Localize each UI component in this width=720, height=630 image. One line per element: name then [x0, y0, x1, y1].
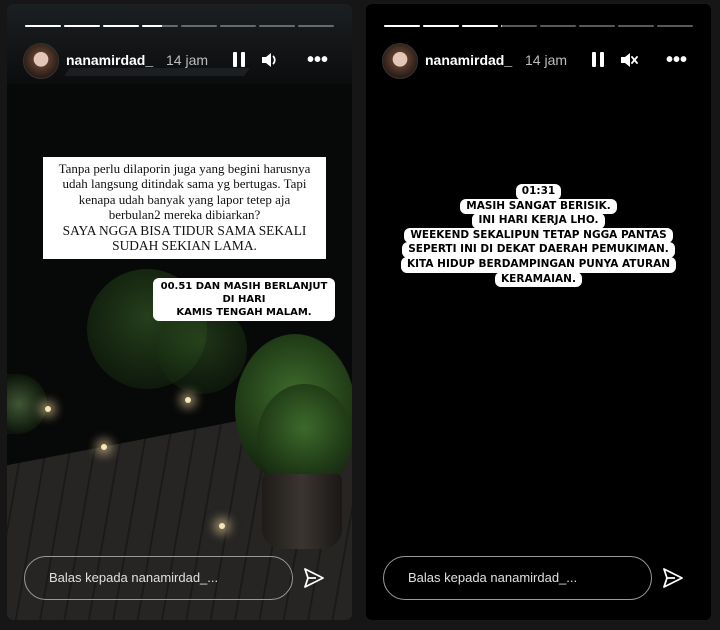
- username[interactable]: nanamirdad_: [425, 52, 512, 68]
- reply-input[interactable]: [406, 569, 640, 586]
- progress-segment: [462, 25, 498, 27]
- story-progress-bar: [384, 25, 693, 27]
- story-progress-bar: [25, 25, 334, 27]
- pause-icon[interactable]: [588, 50, 608, 70]
- text-line: SAYA NGGA BISA TIDUR SAMA SEKALI: [62, 222, 307, 238]
- send-icon[interactable]: [302, 566, 326, 590]
- progress-segment: [384, 25, 420, 27]
- text-line: KERAMAIAN.: [495, 271, 582, 288]
- progress-segment: [181, 25, 217, 27]
- text-line: kenapa udah banyak yang lapor tetep aja: [78, 191, 291, 207]
- story-panel-right[interactable]: nanamirdad_ 14 jam ••• 01:31 MASIH SANGA…: [366, 4, 711, 620]
- progress-segment: [259, 25, 295, 27]
- reply-field[interactable]: [24, 556, 293, 600]
- avatar[interactable]: [23, 43, 59, 79]
- post-time: 14 jam: [525, 52, 568, 68]
- text-line: SUDAH SEKIAN LAMA.: [112, 238, 257, 254]
- story-text-stack: 01:31 MASIH SANGAT BERISIK. INI HARI KER…: [366, 184, 711, 288]
- progress-segment: [423, 25, 459, 27]
- more-options-icon[interactable]: •••: [307, 50, 328, 70]
- avatar[interactable]: [382, 43, 418, 79]
- text-line: MASIH SANGAT BERISIK.: [460, 198, 617, 215]
- progress-segment: [579, 25, 615, 27]
- progress-segment: [298, 25, 334, 27]
- text-line: udah langsung ditindak sama yg bertugas.…: [62, 176, 307, 192]
- time-stamp-caption: 00.51 DAN MASIH BERLANJUT DI HARI KAMIS …: [153, 278, 335, 321]
- progress-segment: [220, 25, 256, 27]
- progress-segment: [64, 25, 100, 27]
- story-text-box: Tanpa perlu dilaporin juga yang begini h…: [43, 157, 326, 260]
- story-header: nanamirdad_ 14 jam •••: [23, 42, 336, 80]
- more-options-icon[interactable]: •••: [666, 50, 687, 70]
- story-header: nanamirdad_ 14 jam •••: [382, 42, 695, 80]
- text-line: SEPERTI INI DI DEKAT DAERAH PEMUKIMAN.: [402, 242, 675, 258]
- volume-icon[interactable]: [260, 50, 280, 70]
- send-icon[interactable]: [661, 566, 685, 590]
- pause-icon[interactable]: [229, 50, 249, 70]
- mute-icon[interactable]: [619, 50, 639, 70]
- text-line: berbulan2 mereka dibiarkan?: [108, 207, 261, 223]
- text-line: WEEKEND SEKALIPUN TETAP NGGA PANTAS: [404, 227, 673, 244]
- text-line: 01:31: [515, 184, 562, 200]
- caption-line: 00.51 DAN MASIH BERLANJUT DI HARI: [160, 281, 328, 305]
- text-line: KITA HIDUP BERDAMPINGAN PUNYA ATURAN: [401, 256, 676, 273]
- progress-segment: [501, 25, 537, 27]
- progress-segment: [142, 25, 178, 27]
- caption-line: KAMIS TENGAH MALAM.: [176, 307, 312, 318]
- story-panel-left[interactable]: nanamirdad_ 14 jam ••• Tanpa perlu dilap…: [7, 4, 352, 620]
- progress-segment: [618, 25, 654, 27]
- progress-segment: [103, 25, 139, 27]
- progress-segment: [25, 25, 61, 27]
- progress-segment: [657, 25, 693, 27]
- reply-field[interactable]: [383, 556, 652, 600]
- reply-input[interactable]: [47, 569, 281, 586]
- post-time: 14 jam: [166, 52, 209, 68]
- text-line: Tanpa perlu dilaporin juga yang begini h…: [58, 161, 311, 176]
- progress-segment: [540, 25, 576, 27]
- username[interactable]: nanamirdad_: [66, 52, 153, 68]
- text-line: INI HARI KERJA LHO.: [472, 213, 605, 229]
